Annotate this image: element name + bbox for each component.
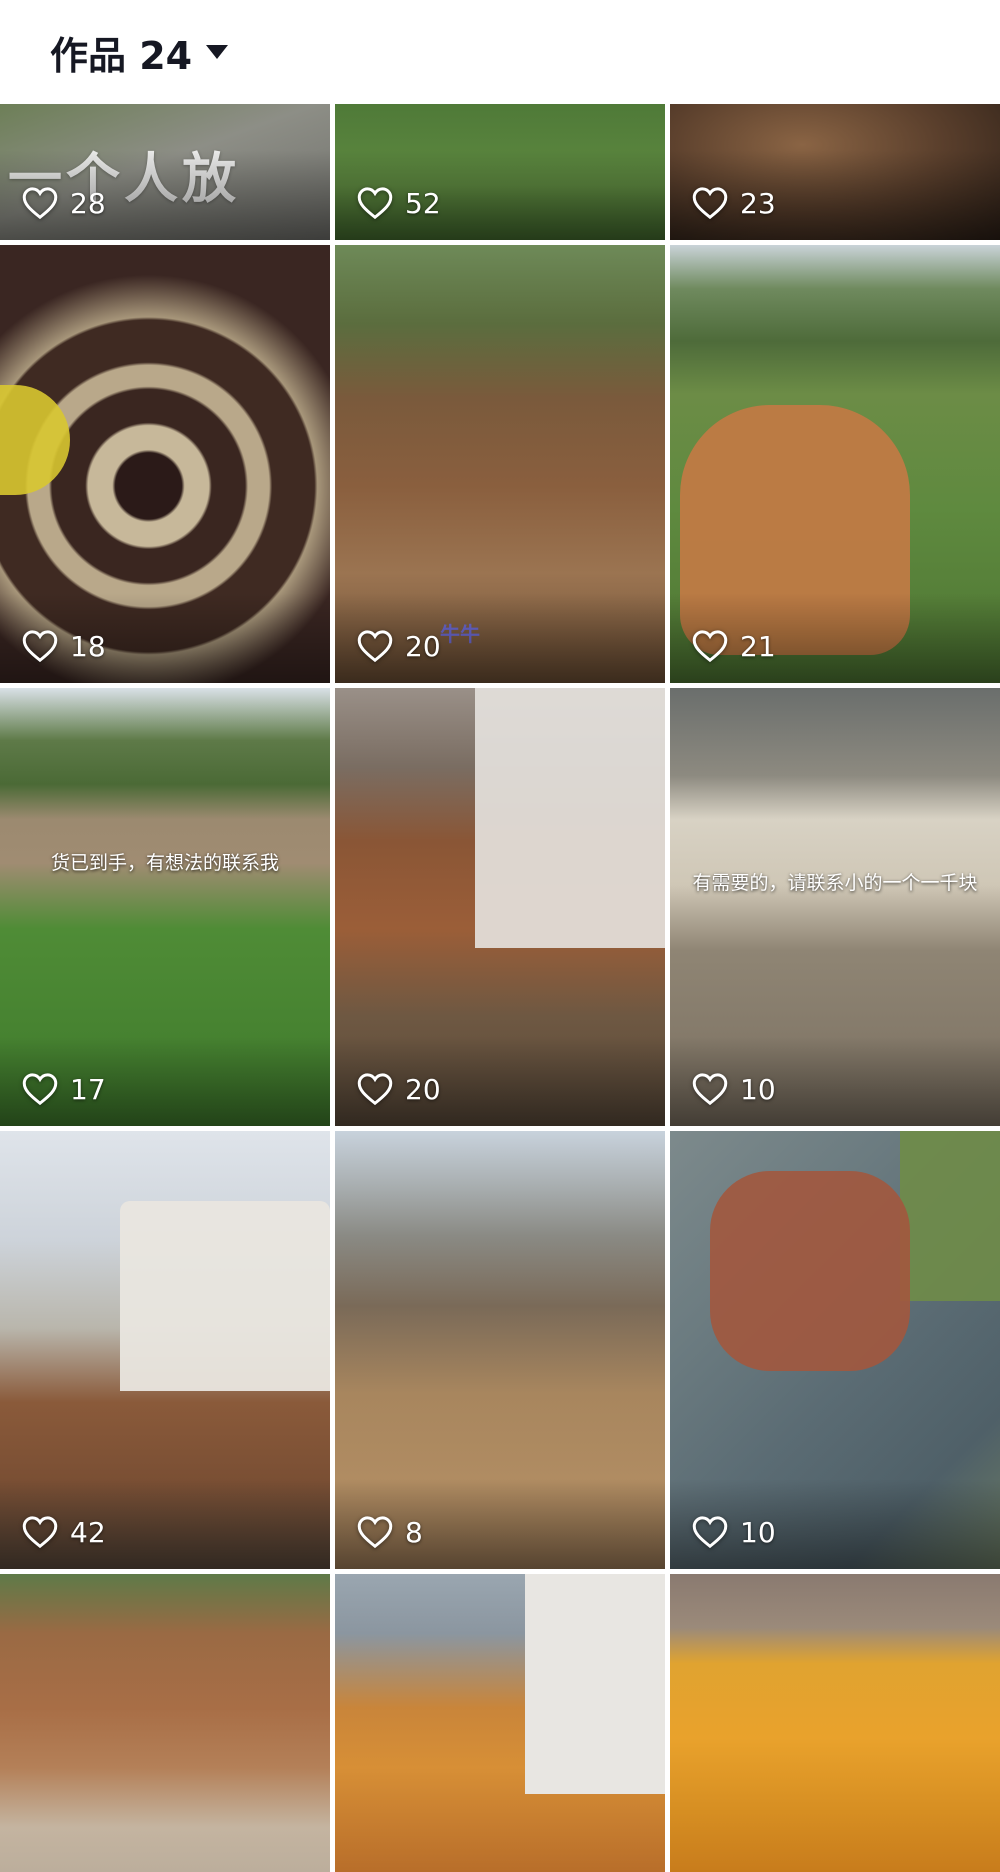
heart-outline-icon — [692, 1073, 728, 1106]
video-tile-13[interactable] — [0, 1574, 330, 1872]
video-tile-14[interactable] — [335, 1574, 665, 1872]
like-count: 52 — [357, 186, 441, 220]
video-tile-7[interactable]: 货已到手，有想法的联系我 17 — [0, 688, 330, 1126]
heart-outline-icon — [357, 1073, 393, 1106]
video-tile-5[interactable]: 牛牛 20 — [335, 245, 665, 683]
video-tile-9[interactable]: 有需要的，请联系小的一个一千块 10 — [670, 688, 1000, 1126]
thumbnail-caption: 有需要的，请联系小的一个一千块 — [692, 872, 978, 894]
like-count-value: 52 — [405, 186, 441, 220]
video-grid: 一个人放 28 52 23 18 牛牛 — [0, 104, 1000, 1872]
like-count-value: 10 — [740, 1515, 776, 1549]
like-count: 17 — [22, 1072, 106, 1106]
caret-down-icon — [206, 45, 229, 59]
heart-outline-icon — [22, 187, 58, 220]
like-count-value: 21 — [740, 629, 776, 663]
heart-outline-icon — [692, 1516, 728, 1549]
heart-outline-icon — [357, 1516, 393, 1549]
video-tile-12[interactable]: 10 — [670, 1131, 1000, 1569]
like-count: 28 — [22, 186, 106, 220]
heart-outline-icon — [357, 630, 393, 663]
video-tile-11[interactable]: 8 — [335, 1131, 665, 1569]
video-tile-2[interactable]: 52 — [335, 104, 665, 240]
heart-outline-icon — [22, 1516, 58, 1549]
like-count: 18 — [22, 629, 106, 663]
like-count-value: 20 — [405, 629, 441, 663]
profile-works-header: 作品 24 — [0, 0, 1000, 104]
like-count-value: 10 — [740, 1072, 776, 1106]
thumbnail-caption: 货已到手，有想法的联系我 — [50, 852, 279, 874]
heart-outline-icon — [692, 630, 728, 663]
video-tile-4[interactable]: 18 — [0, 245, 330, 683]
like-count: 20 — [357, 1072, 441, 1106]
like-count: 10 — [692, 1515, 776, 1549]
video-tile-8[interactable]: 20 — [335, 688, 665, 1126]
like-count-value: 23 — [740, 186, 776, 220]
like-count: 20 — [357, 629, 441, 663]
like-count: 8 — [357, 1515, 423, 1549]
video-tile-6[interactable]: 21 — [670, 245, 1000, 683]
like-count: 42 — [22, 1515, 106, 1549]
like-count-value: 20 — [405, 1072, 441, 1106]
like-count: 23 — [692, 186, 776, 220]
like-count-value: 42 — [70, 1515, 106, 1549]
like-count-value: 18 — [70, 629, 106, 663]
video-tile-1[interactable]: 一个人放 28 — [0, 104, 330, 240]
heart-outline-icon — [22, 1073, 58, 1106]
works-count-dropdown[interactable]: 作品 24 — [50, 25, 229, 80]
works-count-label: 作品 24 — [50, 33, 193, 78]
like-count-value: 8 — [405, 1515, 423, 1549]
like-count-value: 17 — [70, 1072, 106, 1106]
heart-outline-icon — [22, 630, 58, 663]
heart-outline-icon — [692, 187, 728, 220]
video-tile-3[interactable]: 23 — [670, 104, 1000, 240]
like-count-value: 28 — [70, 186, 106, 220]
like-count: 21 — [692, 629, 776, 663]
heart-outline-icon — [357, 187, 393, 220]
video-tile-15[interactable] — [670, 1574, 1000, 1872]
video-thumbnail — [670, 1574, 1000, 1872]
like-count: 10 — [692, 1072, 776, 1106]
video-thumbnail — [0, 1574, 330, 1872]
video-tile-10[interactable]: 42 — [0, 1131, 330, 1569]
